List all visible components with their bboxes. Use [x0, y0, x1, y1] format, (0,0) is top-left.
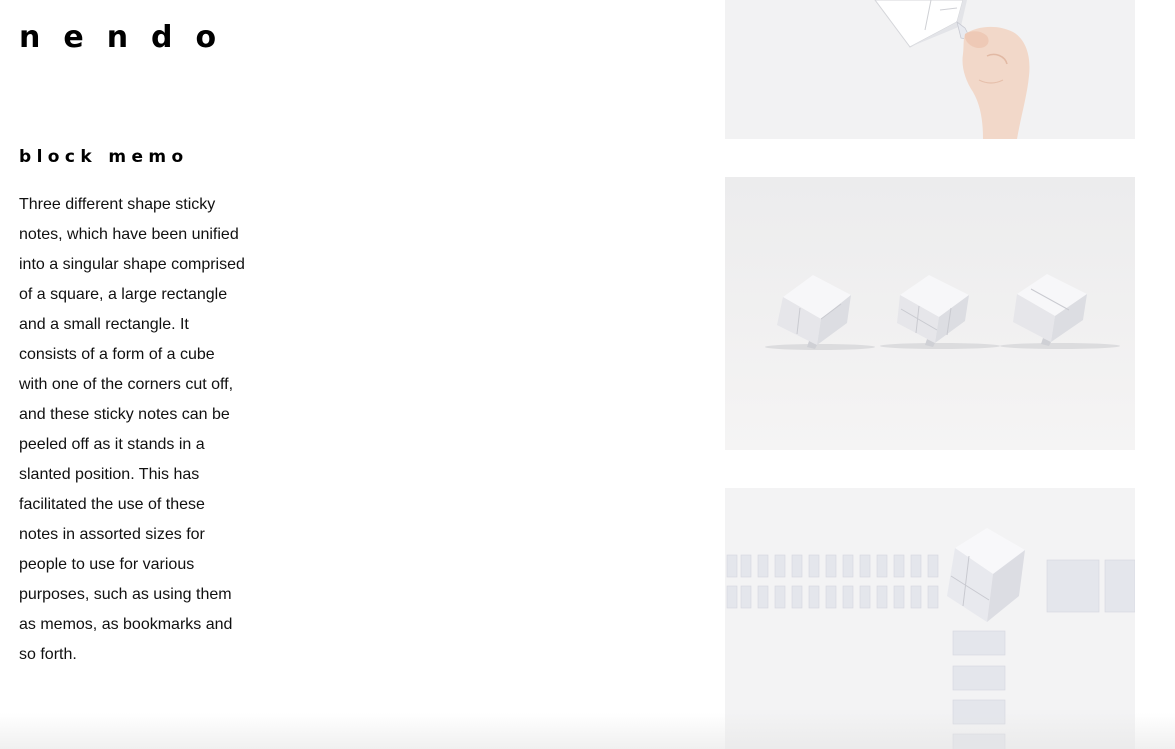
project-title: block memo: [19, 147, 189, 167]
hand-peeling-note-photo[interactable]: [725, 0, 1135, 139]
peeled-notes-arrangement-photo[interactable]: [725, 488, 1135, 749]
page: nendo block memo Three different shape s…: [0, 0, 1175, 749]
nendo-logo[interactable]: nendo: [19, 20, 239, 56]
three-cube-memos-photo[interactable]: [725, 177, 1135, 450]
project-description: Three different shape sticky notes, whic…: [19, 196, 245, 663]
